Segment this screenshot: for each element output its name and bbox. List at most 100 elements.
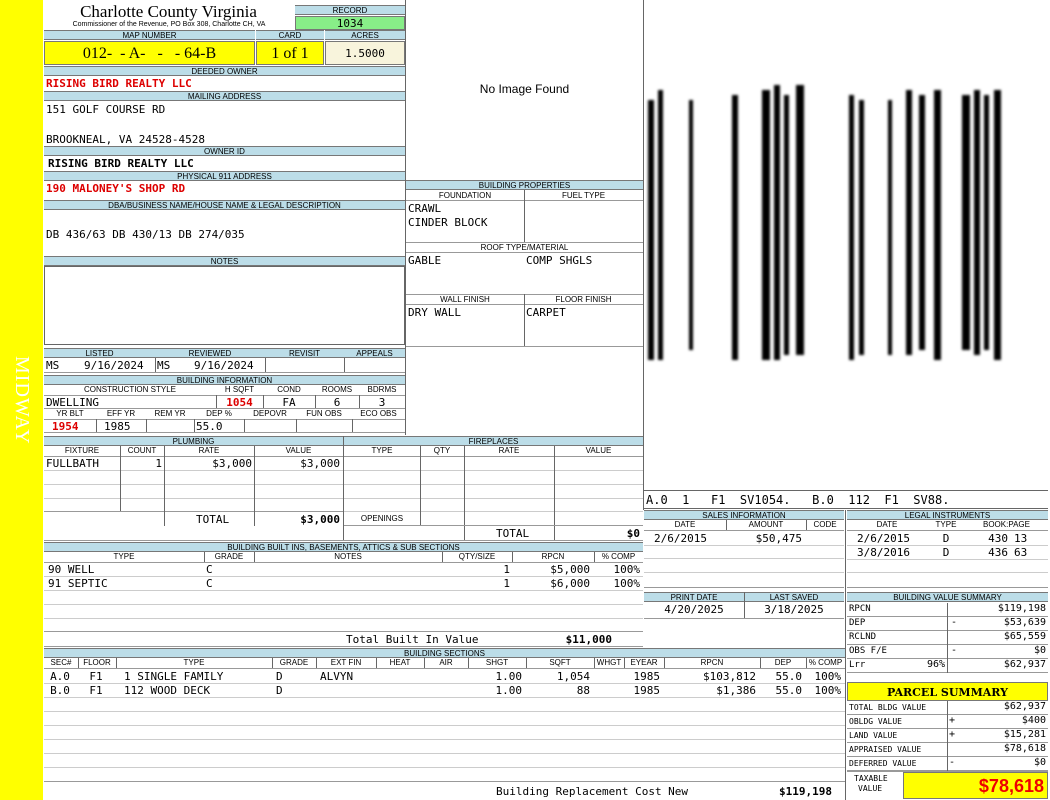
notes-label: NOTES <box>44 256 405 266</box>
col-divider <box>526 658 527 668</box>
value-summary-value: $53,639 <box>1003 617 1046 628</box>
builtin-row1-comp: 100% <box>613 563 641 576</box>
section-cell-ext: ALVYN <box>320 670 354 683</box>
foundation-value1: CRAWL <box>408 202 442 215</box>
card-number: 1 of 1 <box>256 41 324 65</box>
parcel-summary-title: PARCEL SUMMARY <box>847 682 1048 701</box>
map-number-label: MAP NUMBER <box>44 30 255 40</box>
col-divider <box>806 658 807 668</box>
no-image-placeholder: No Image Found <box>479 82 570 96</box>
legal-description: DB 436/63 DB 430/13 DB 274/035 <box>46 228 245 241</box>
plumbing-col-fixture: FIXTURE <box>64 446 100 455</box>
map-number: 012- - A- - - 64-B <box>44 41 255 65</box>
section-cell-floor: F1 <box>89 670 103 683</box>
parcel-summary-value: $78,618 <box>1003 743 1046 754</box>
reviewed-date: 9/16/2024 <box>194 359 254 372</box>
last-saved-date: 3/18/2025 <box>764 603 824 616</box>
builtin-row2-qty: 1 <box>503 577 510 590</box>
wall-finish: DRY WALL <box>408 306 461 319</box>
plumbing-row-fixture: FULLBATH <box>46 457 99 470</box>
section-col-sqft: SQFT <box>549 658 571 667</box>
plumbing-col-rate: RATE <box>198 446 220 455</box>
ecoobs-label: ECO OBS <box>360 409 397 418</box>
section-cell-sqft: 1,054 <box>556 670 590 683</box>
section-col-type: TYPE <box>183 658 205 667</box>
section-cell-dep: 55.0 <box>775 684 803 697</box>
builtin-row2-comp: 100% <box>613 577 641 590</box>
legal-col-date: DATE <box>876 520 898 529</box>
reviewed-by: MS <box>157 359 171 372</box>
print-date-label: PRINT DATE <box>644 592 744 602</box>
builtin-col-grade: GRADE <box>214 552 244 561</box>
section-col-whgt: WHGT <box>596 658 622 667</box>
section-col-ext: EXT FIN <box>330 658 362 667</box>
plumbing-row-rate: $3,000 <box>212 457 252 470</box>
section-cell-floor: F1 <box>89 684 103 697</box>
rooms-label: ROOMS <box>321 385 353 394</box>
legal-row2-book: 436 <box>988 546 1008 559</box>
value-summary-label: OBS F/E <box>849 646 887 656</box>
builtin-row1-rpcn: $5,000 <box>550 563 590 576</box>
plumbing-row-count: 1 <box>155 457 162 470</box>
value-summary-label: DEP <box>849 618 866 628</box>
section-cell-rpcn: $1,386 <box>716 684 756 697</box>
section-cell-grade: D <box>276 684 283 697</box>
funobs-label: FUN OBS <box>306 409 342 418</box>
builtin-row1-type: 90 WELL <box>48 563 95 576</box>
section-cell-sqft: 88 <box>576 684 590 697</box>
section-col-sec: SEC# <box>50 658 72 667</box>
sales-title: SALES INFORMATION <box>644 510 844 520</box>
value-summary-label: RCLND <box>849 632 877 642</box>
legal-col-book: BOOK:PAGE <box>983 520 1030 529</box>
mailing-address-label: MAILING ADDRESS <box>44 91 405 101</box>
hsqft-label: H SQFT <box>224 385 255 394</box>
remyr-label: REM YR <box>154 409 186 418</box>
construction-style-label: CONSTRUCTION STYLE <box>83 385 176 394</box>
effyr-label: EFF YR <box>106 409 136 418</box>
col-divider <box>947 603 948 673</box>
mailing-address-line1: 151 GOLF COURSE RD <box>46 103 166 116</box>
depovr-label: DEPOVR <box>253 409 287 418</box>
plumbing-total: $3,000 <box>300 513 340 526</box>
section-col-heat: HEAT <box>389 658 411 667</box>
builtin-row2-grade: C <box>206 577 213 590</box>
built-ins-title: BUILDING BUILT INS, BASEMENTS, ATTICS & … <box>44 542 643 552</box>
legal-row2-type: D <box>942 546 950 559</box>
parcel-summary-value: $0 <box>1033 757 1046 768</box>
col-divider <box>376 658 377 668</box>
record-label: RECORD <box>295 5 405 15</box>
value-summary-value: $119,198 <box>997 603 1046 614</box>
parcel-summary-sign: + <box>949 729 956 740</box>
section-col-comp: % COMP <box>808 658 843 667</box>
col-divider <box>316 658 317 668</box>
plumbing-col-count: COUNT <box>127 446 157 455</box>
value-summary-value: $0 <box>1033 645 1046 656</box>
section-col-eyear: EYEAR <box>630 658 658 667</box>
taxable-label-line1: TAXABLE <box>854 774 888 783</box>
builtin-col-rpcn: RPCN <box>541 552 565 561</box>
sales-col-date: DATE <box>674 520 696 529</box>
fireplace-col-value: VALUE <box>585 446 612 455</box>
plumbing-title: PLUMBING <box>44 436 343 446</box>
builtin-row1-grade: C <box>206 563 213 576</box>
listed-label: LISTED <box>44 348 155 358</box>
appeals-label: APPEALS <box>344 348 405 358</box>
builtin-col-type: TYPE <box>113 552 135 561</box>
fireplaces-title: FIREPLACES <box>344 436 643 446</box>
sale-date: 2/6/2015 <box>654 532 707 545</box>
sales-col-code: CODE <box>813 520 837 529</box>
county-subtitle: Commissioner of the Revenue, PO Box 308,… <box>72 21 266 28</box>
revisit-label: REVISIT <box>265 348 344 358</box>
builtin-total: $11,000 <box>565 633 612 646</box>
parcel-summary-label: OBLDG VALUE <box>849 717 902 726</box>
legal-title: LEGAL INSTRUMENTS <box>847 510 1048 520</box>
fireplace-col-rate: RATE <box>498 446 520 455</box>
reviewed-label: REVIEWED <box>155 348 265 358</box>
section-col-shgt: SHGT <box>485 658 509 667</box>
section-cell-rpcn: $103,812 <box>703 670 756 683</box>
section-cell-eyear: 1985 <box>633 684 661 697</box>
parcel-summary-sign: + <box>949 715 956 726</box>
parcel-summary-label: TOTAL BLDG VALUE <box>849 703 927 712</box>
county-title: Charlotte County Virginia <box>80 2 257 21</box>
legal-col-type: TYPE <box>935 520 957 529</box>
